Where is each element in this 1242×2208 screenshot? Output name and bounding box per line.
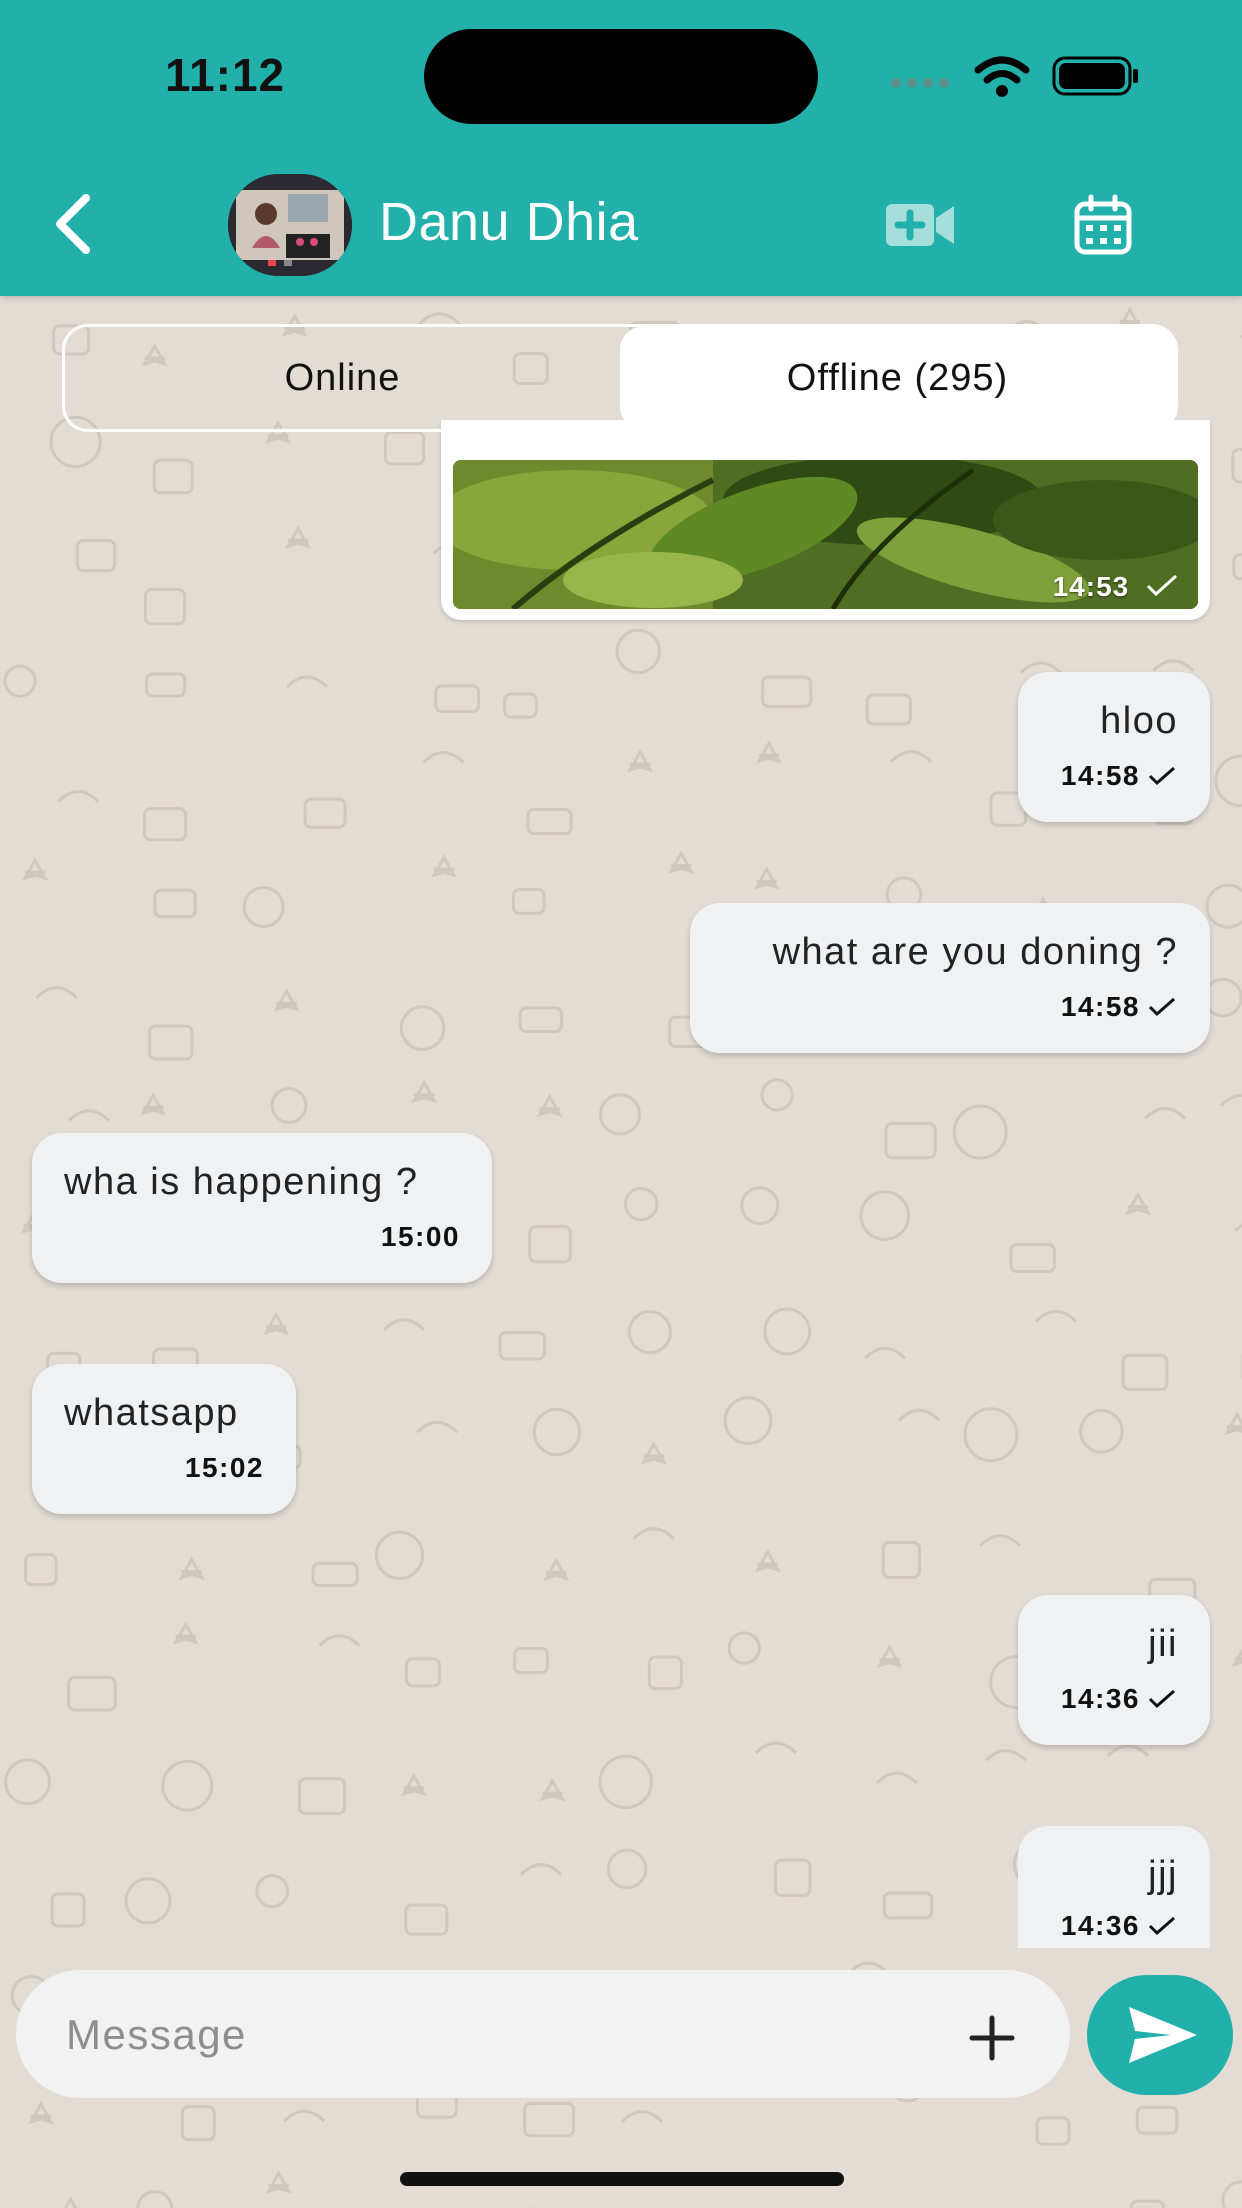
message-bubble-outgoing[interactable]: jii 14:36 (1018, 1595, 1210, 1745)
status-time: 11:12 (165, 49, 286, 101)
message-text: jii (1148, 1623, 1178, 1665)
message-meta: 14:36 (1061, 1683, 1176, 1715)
calendar-button[interactable] (1073, 194, 1133, 256)
message-text: what are you doning ? (772, 931, 1178, 973)
message-composer (16, 1970, 1070, 2098)
message-meta: 14:53 (1053, 571, 1178, 603)
tab-offline[interactable]: Offline (295) (620, 327, 1175, 429)
status-tabs: Online Offline (295) (62, 324, 1178, 432)
contact-name[interactable]: Danu Dhia (379, 191, 639, 253)
message-text: wha is happening ? (64, 1161, 419, 1203)
check-icon (1148, 1916, 1175, 1936)
image-message[interactable]: 14:53 (441, 420, 1210, 620)
check-icon (1148, 997, 1175, 1017)
dynamic-island (424, 29, 818, 124)
message-time: 14:36 (1060, 1910, 1140, 1941)
check-icon (1148, 766, 1175, 786)
message-meta: 15:02 (185, 1452, 264, 1484)
message-meta: 14:58 (1061, 991, 1176, 1023)
message-input[interactable] (64, 2000, 948, 2070)
message-time: 14:53 (1052, 571, 1130, 602)
battery-icon (1052, 56, 1138, 96)
chevron-left-icon (56, 194, 90, 254)
message-photo[interactable]: 14:53 (453, 460, 1198, 609)
message-bubble-outgoing[interactable]: what are you doning ? 14:58 (690, 903, 1210, 1053)
message-bubble-outgoing[interactable]: hloo 14:58 (1018, 672, 1210, 822)
avatar-image (228, 174, 352, 276)
plus-icon (969, 2015, 1015, 2061)
check-icon (1146, 574, 1178, 596)
back-button[interactable] (44, 188, 104, 260)
check-icon (1148, 1689, 1175, 1709)
message-meta: 14:36 (1061, 1910, 1176, 1942)
add-attachment-button[interactable] (964, 2010, 1020, 2066)
contact-avatar[interactable] (228, 174, 352, 276)
send-button[interactable] (1087, 1975, 1233, 2095)
message-meta: 14:58 (1061, 760, 1176, 792)
message-time: 14:36 (1060, 1683, 1140, 1714)
message-time: 15:00 (380, 1221, 460, 1252)
message-time: 14:58 (1060, 760, 1140, 791)
cellular-signal-icon (891, 78, 949, 88)
message-bubble-incoming[interactable]: wha is happening ? 15:00 (32, 1133, 492, 1283)
message-bubble-incoming[interactable]: whatsapp 15:02 (32, 1364, 296, 1514)
message-bubble-outgoing[interactable]: jjj 14:36 (1018, 1826, 1210, 1948)
message-time: 15:02 (184, 1452, 264, 1483)
tab-online[interactable]: Online (65, 327, 620, 429)
message-text: hloo (1100, 700, 1178, 742)
message-time: 14:58 (1060, 991, 1140, 1022)
chat-header: 11:12 Danu Dhia (0, 0, 1242, 296)
home-indicator (400, 2172, 844, 2186)
message-text: jjj (1148, 1854, 1178, 1896)
send-icon (1129, 2007, 1197, 2063)
message-meta: 15:00 (381, 1221, 460, 1253)
wifi-icon (974, 56, 1030, 97)
message-text: whatsapp (64, 1392, 239, 1434)
video-call-button[interactable] (884, 196, 956, 254)
